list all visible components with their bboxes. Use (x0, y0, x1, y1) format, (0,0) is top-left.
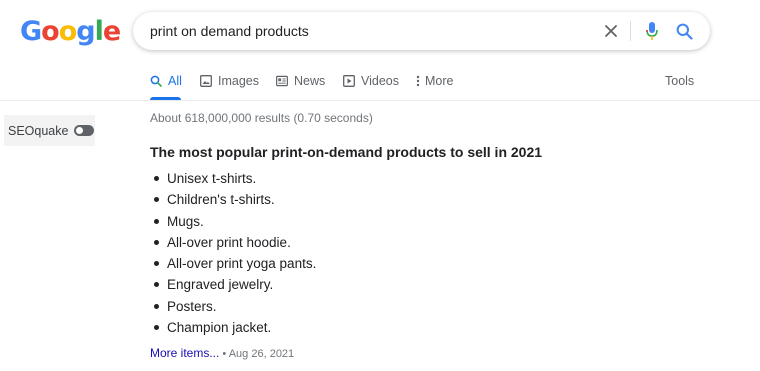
image-icon (200, 74, 212, 88)
logo-letter-o2: o (58, 16, 78, 47)
search-input[interactable] (150, 12, 570, 50)
result-stats: About 618,000,000 results (0.70 seconds) (150, 111, 373, 125)
tab-all[interactable]: All (150, 74, 182, 100)
search-icon[interactable] (674, 21, 694, 41)
snippet-separator: • (219, 348, 229, 360)
close-icon[interactable] (601, 21, 621, 41)
tab-all-label: All (168, 74, 182, 88)
tab-more[interactable]: More (415, 74, 453, 100)
list-item: All-over print hoodie. (150, 234, 316, 255)
tools-button[interactable]: Tools (665, 74, 694, 88)
tab-news[interactable]: News (276, 74, 325, 100)
seoquake-widget: SEOquake (4, 115, 95, 146)
tab-news-label: News (294, 74, 326, 88)
tab-videos[interactable]: Videos (343, 74, 399, 100)
logo-letter-g: G (20, 16, 42, 47)
list-item: All-over print yoga pants. (150, 255, 316, 276)
seoquake-toggle[interactable] (74, 125, 95, 136)
news-icon (276, 74, 288, 88)
more-vertical-icon (415, 74, 421, 88)
search-icon (150, 74, 162, 88)
tab-videos-label: Videos (361, 74, 399, 88)
list-item: Children's t-shirts. (150, 191, 316, 212)
video-icon (343, 74, 355, 88)
tab-more-label: More (425, 74, 454, 88)
google-logo[interactable]: Google (20, 15, 121, 49)
search-box-divider (630, 21, 631, 41)
tab-images[interactable]: Images (200, 74, 259, 100)
list-item: Champion jacket. (150, 319, 316, 340)
snippet-date: Aug 26, 2021 (228, 348, 295, 360)
logo-letter-o1: o (41, 16, 60, 47)
search-box (133, 12, 710, 50)
snippet-footer: More items... • Aug 26, 2021 (150, 346, 294, 360)
tabs-divider (0, 100, 760, 101)
list-item: Posters. (150, 298, 316, 319)
tab-images-label: Images (218, 74, 259, 88)
list-item: Mugs. (150, 213, 316, 234)
search-results-page: Google All (0, 0, 760, 371)
featured-snippet-list: Unisex t-shirts. Children's t-shirts. Mu… (150, 170, 316, 340)
logo-letter-l: l (94, 16, 104, 47)
logo-letter-e: e (102, 16, 121, 47)
microphone-icon[interactable] (642, 21, 662, 41)
list-item: Engraved jewelry. (150, 276, 316, 297)
list-item: Unisex t-shirts. (150, 170, 316, 191)
seoquake-label: SEOquake (8, 123, 69, 138)
more-items-link[interactable]: More items... (150, 346, 219, 360)
logo-letter-g2: g (76, 16, 95, 47)
featured-snippet-title: The most popular print-on-demand product… (150, 144, 543, 160)
